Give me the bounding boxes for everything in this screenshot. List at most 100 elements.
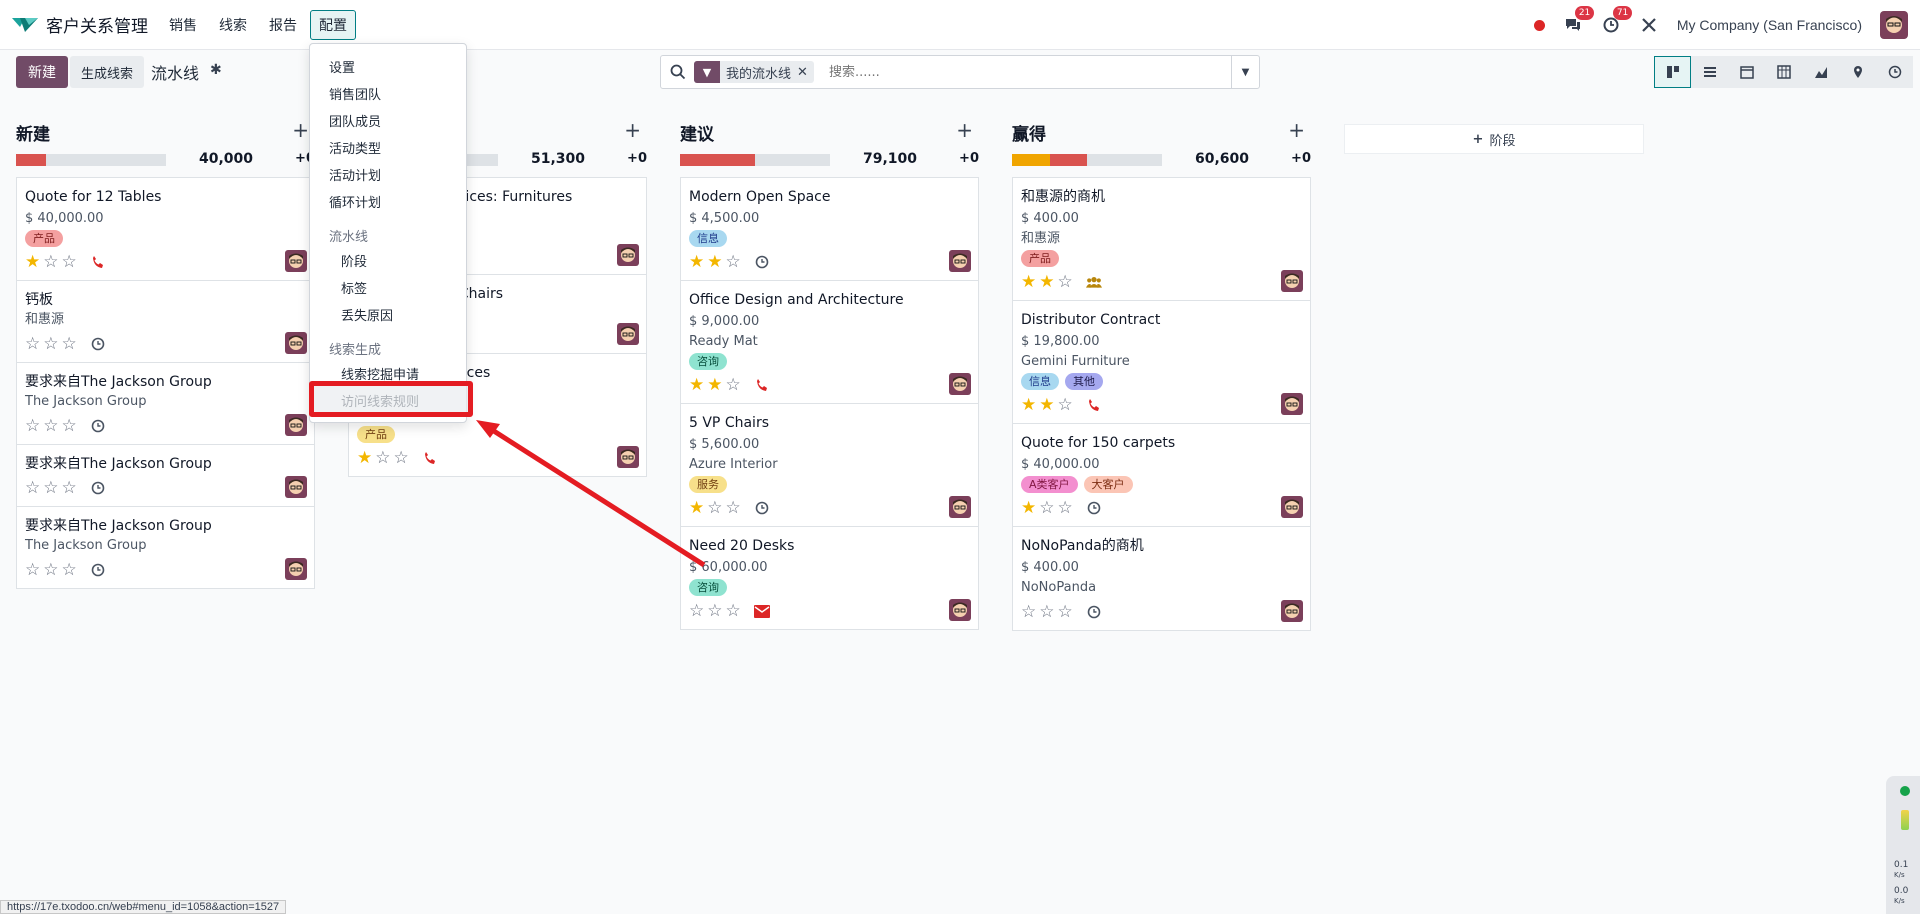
progress-segment[interactable] [1012, 154, 1050, 166]
priority-star-icon[interactable]: ☆ [1058, 499, 1073, 517]
priority-star-icon[interactable]: ☆ [62, 479, 77, 497]
priority-star-icon[interactable]: ☆ [1021, 603, 1036, 621]
priority-star-icon[interactable]: ☆ [726, 253, 741, 271]
salesperson-avatar[interactable] [617, 446, 639, 468]
priority-star-icon[interactable]: ☆ [689, 602, 704, 620]
kanban-card[interactable]: 要求来自The Jackson Group The Jackson Group ☆ ☆… [16, 506, 315, 589]
salesperson-avatar[interactable] [285, 332, 307, 354]
tools-icon[interactable] [1639, 15, 1659, 35]
column-title[interactable]: 建议 [680, 120, 714, 145]
salesperson-avatar[interactable] [1281, 270, 1303, 292]
app-brand[interactable]: 客户关系管理 [12, 12, 148, 37]
kanban-card[interactable]: Need 20 Desks $ 60,000.00 咨询 ☆ ☆ ☆ [680, 526, 979, 630]
salesperson-avatar[interactable] [1281, 393, 1303, 415]
priority-star-icon[interactable]: ☆ [43, 253, 58, 271]
kanban-card[interactable]: 钙板 和惠源 ☆ ☆ ☆ [16, 280, 315, 363]
priority-star-icon[interactable]: ☆ [1058, 273, 1073, 291]
clock-icon[interactable] [1087, 501, 1101, 515]
search-icon[interactable] [669, 63, 687, 81]
quick-create-plus-icon[interactable]: + [1288, 118, 1305, 142]
priority-star-icon[interactable]: ☆ [62, 561, 77, 579]
menu-item-2[interactable]: 报告 [260, 10, 306, 40]
kanban-icon[interactable] [1654, 56, 1691, 88]
kanban-card[interactable]: NoNoPanda的商机 $ 400.00 NoNoPanda ☆ ☆ ☆ [1012, 526, 1311, 631]
pivot-icon[interactable] [1765, 56, 1802, 88]
quick-create-plus-icon[interactable]: + [624, 118, 641, 142]
priority-star-icon[interactable]: ☆ [25, 417, 40, 435]
kanban-card[interactable]: 要求来自The Jackson Group The Jackson Group ☆ ☆… [16, 362, 315, 445]
search-input[interactable] [829, 61, 1189, 83]
priority-star-icon[interactable]: ☆ [726, 499, 741, 517]
priority-star-icon[interactable]: ☆ [62, 417, 77, 435]
priority-star-icon[interactable]: ☆ [25, 335, 40, 353]
priority-star-icon[interactable]: ☆ [43, 561, 58, 579]
dropdown-menu-item[interactable]: 丢失原因 [341, 305, 393, 324]
quick-create-plus-icon[interactable]: + [292, 118, 309, 142]
priority-star-icon[interactable]: ☆ [1039, 499, 1054, 517]
salesperson-avatar[interactable] [949, 373, 971, 395]
priority-star-icon[interactable]: ★ [1021, 273, 1036, 291]
map-pin-icon[interactable] [1839, 56, 1876, 88]
kanban-card[interactable]: Modern Open Space $ 4,500.00 信息 ★ ★ ☆ [680, 177, 979, 281]
dropdown-menu-item[interactable]: 团队成员 [329, 111, 381, 130]
dropdown-menu-item[interactable]: 循环计划 [329, 192, 381, 211]
dropdown-menu-item[interactable]: 销售团队 [329, 84, 381, 103]
priority-star-icon[interactable]: ☆ [707, 499, 722, 517]
kanban-card[interactable]: Quote for 12 Tables $ 40,000.00 产品 ★ ☆ ☆ [16, 177, 315, 281]
salesperson-avatar[interactable] [1281, 496, 1303, 518]
kanban-card[interactable]: Distributor Contract $ 19,800.00 Gemini Fu… [1012, 300, 1311, 424]
priority-star-icon[interactable]: ☆ [43, 479, 58, 497]
phone-icon[interactable] [423, 451, 437, 465]
kanban-card[interactable]: Quote for 150 carpets $ 40,000.00 A类客户 大客户 ★… [1012, 423, 1311, 527]
clock-icon[interactable] [91, 481, 105, 495]
priority-star-icon[interactable]: ★ [689, 499, 704, 517]
salesperson-avatar[interactable] [617, 244, 639, 266]
activity-icon[interactable] [1876, 56, 1913, 88]
clock-icon[interactable] [91, 563, 105, 577]
salesperson-avatar[interactable] [285, 250, 307, 272]
recording-dot-icon[interactable] [1533, 19, 1545, 31]
clock-icon[interactable] [1087, 605, 1101, 619]
priority-star-icon[interactable]: ☆ [726, 602, 741, 620]
column-title[interactable]: 新建 [16, 120, 50, 145]
priority-star-icon[interactable]: ☆ [394, 449, 409, 467]
priority-star-icon[interactable]: ☆ [62, 253, 77, 271]
kanban-card[interactable]: 和惠源的商机 $ 400.00 和惠源 产品 ★ ★ ☆ [1012, 177, 1311, 301]
new-button[interactable]: 新建 [16, 56, 68, 88]
clock-icon[interactable] [755, 255, 769, 269]
users-icon[interactable] [1085, 274, 1102, 290]
activity-clock-icon[interactable]: 71 [1601, 6, 1633, 35]
priority-star-icon[interactable]: ☆ [726, 376, 741, 394]
priority-star-icon[interactable]: ★ [689, 253, 704, 271]
progress-segment[interactable] [680, 154, 755, 166]
kanban-card[interactable]: 5 VP Chairs $ 5,600.00 Azure Interior 服务 ★ ☆ ☆ [680, 403, 979, 527]
column-progress-bar[interactable] [16, 154, 166, 166]
menu-item-3[interactable]: 配置 [310, 10, 356, 40]
salesperson-avatar[interactable] [285, 476, 307, 498]
column-title[interactable]: 赢得 [1012, 120, 1046, 145]
dropdown-menu-item[interactable]: 活动计划 [329, 165, 381, 184]
priority-star-icon[interactable]: ★ [1021, 396, 1036, 414]
clock-icon[interactable] [755, 501, 769, 515]
priority-star-icon[interactable]: ★ [1039, 273, 1054, 291]
dropdown-menu-item[interactable]: 活动类型 [329, 138, 381, 157]
gear-icon[interactable]: ✱ [210, 62, 222, 78]
priority-star-icon[interactable]: ☆ [375, 449, 390, 467]
add-stage-button[interactable]: + 阶段 [1344, 124, 1644, 154]
priority-star-icon[interactable]: ☆ [1039, 603, 1054, 621]
column-progress-bar[interactable] [680, 154, 830, 166]
envelope-icon[interactable] [753, 604, 770, 618]
dropdown-menu-item[interactable]: 阶段 [341, 251, 367, 270]
priority-star-icon[interactable]: ★ [707, 376, 722, 394]
priority-star-icon[interactable]: ☆ [25, 561, 40, 579]
priority-star-icon[interactable]: ☆ [707, 602, 722, 620]
salesperson-avatar[interactable] [949, 599, 971, 621]
user-avatar[interactable] [1880, 11, 1908, 39]
progress-segment[interactable] [1049, 154, 1087, 166]
priority-star-icon[interactable]: ☆ [43, 335, 58, 353]
graph-icon[interactable] [1802, 56, 1839, 88]
salesperson-avatar[interactable] [949, 250, 971, 272]
column-progress-bar[interactable] [1012, 154, 1162, 166]
menu-item-0[interactable]: 销售 [160, 10, 206, 40]
priority-star-icon[interactable]: ☆ [62, 335, 77, 353]
